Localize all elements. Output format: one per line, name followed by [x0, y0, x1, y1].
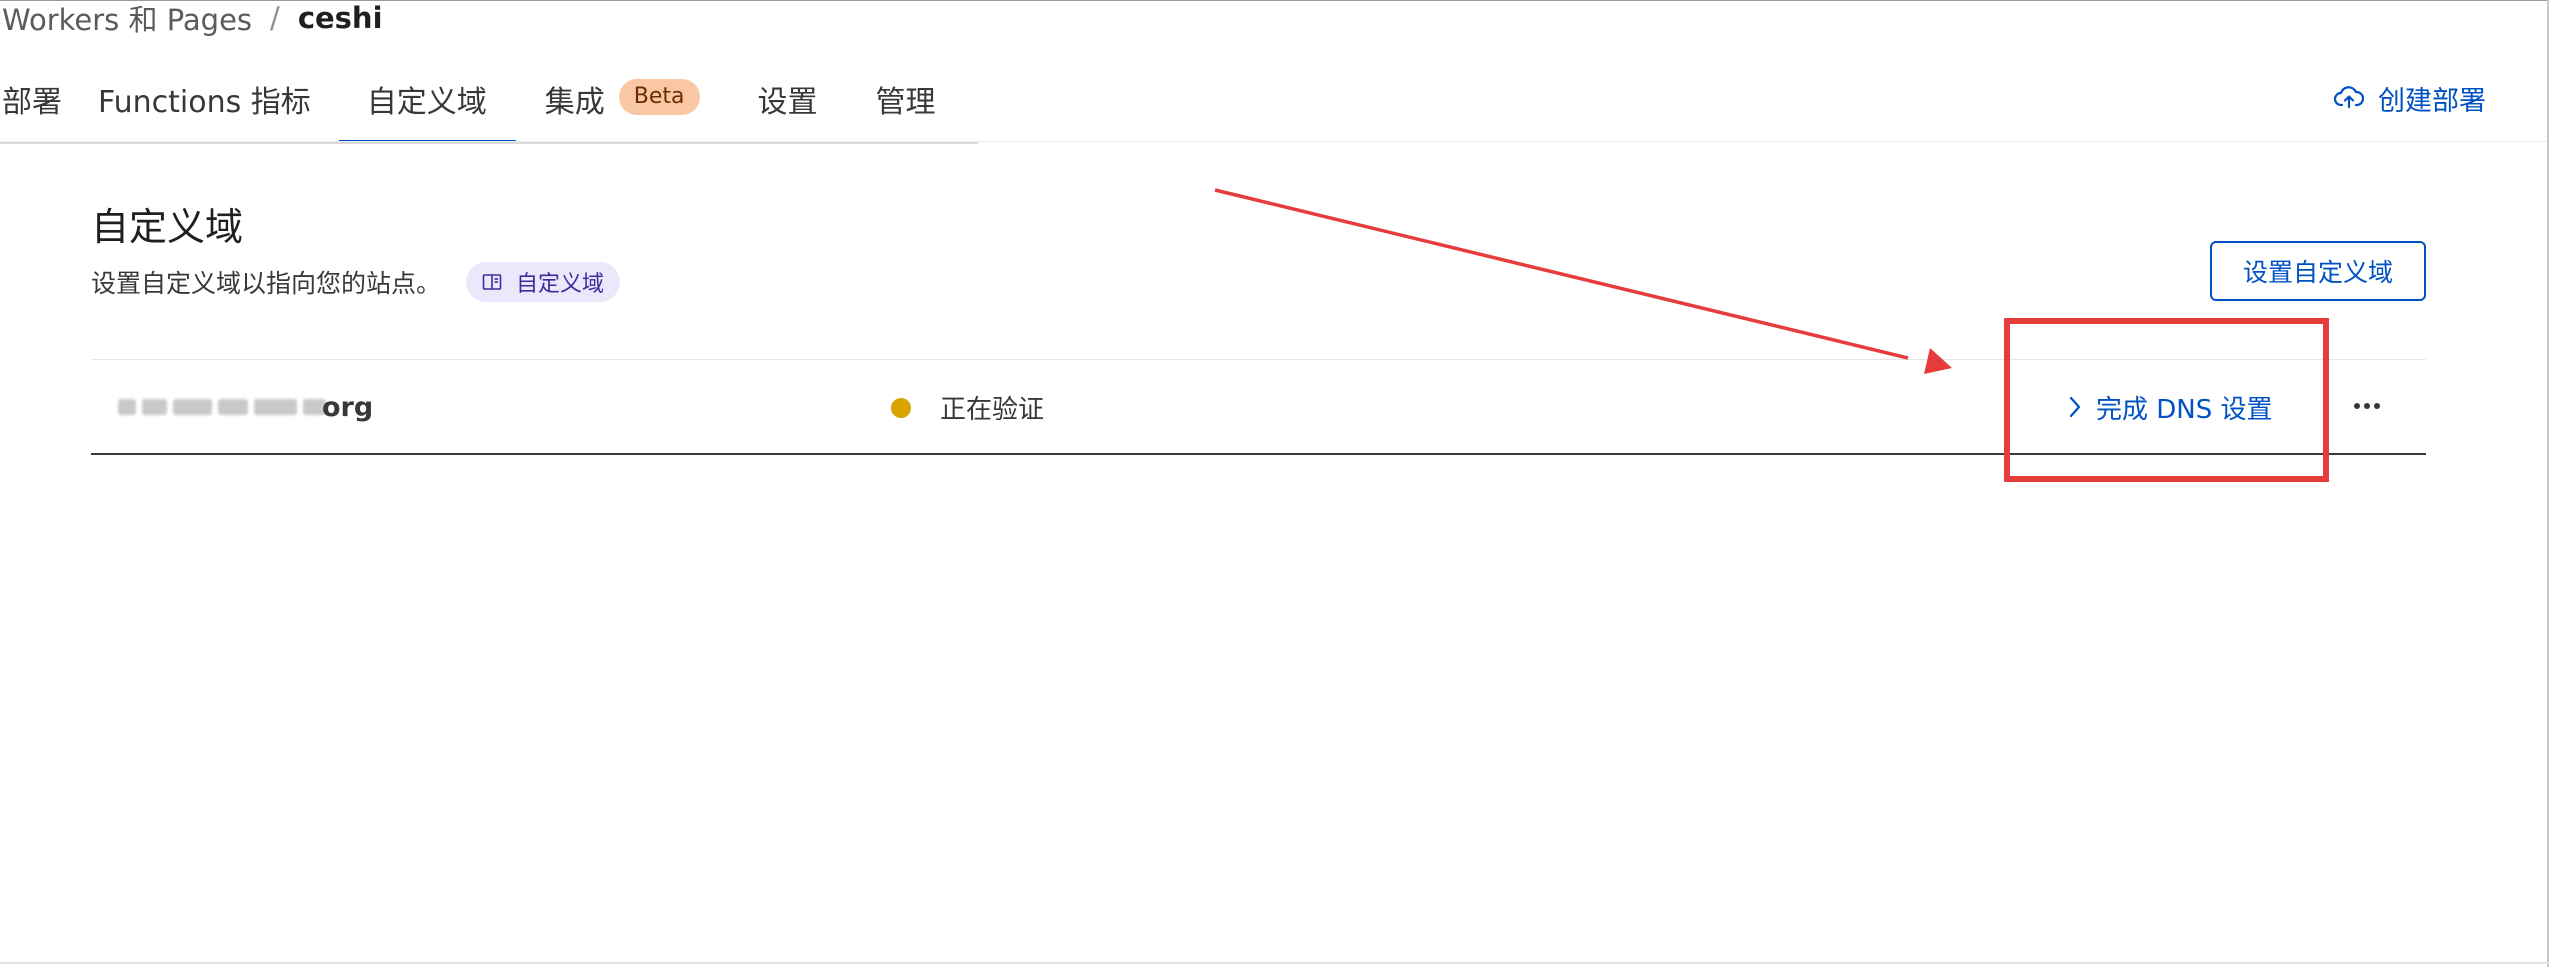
domain-name-suffix: org [322, 391, 374, 423]
section-title: 自定义域 [91, 205, 244, 249]
setup-custom-domain-button[interactable]: 设置自定义域 [2210, 241, 2426, 301]
breadcrumb: Workers 和 Pages / ceshi [2, 0, 383, 38]
cloud-upload-icon [2334, 86, 2364, 109]
setup-custom-domain-label: 设置自定义域 [2242, 258, 2393, 287]
tab-integrations[interactable]: 集成 Beta [516, 62, 758, 144]
tab-settings[interactable]: 设置 [758, 62, 876, 144]
breadcrumb-separator: / [270, 1, 280, 35]
docs-link-label: 自定义域 [516, 272, 605, 297]
tab-deployments[interactable]: 部署 [0, 62, 98, 144]
table-bottom-divider [91, 453, 2426, 455]
window-bottom-border [0, 962, 2549, 964]
tab-manage[interactable]: 管理 [876, 62, 966, 144]
status-indicator-dot [891, 398, 911, 418]
book-icon [482, 274, 502, 290]
table-top-divider [91, 359, 2426, 360]
domain-name-obscured [118, 392, 326, 422]
breadcrumb-current: ceshi [297, 1, 383, 35]
docs-link-chip[interactable]: 自定义域 [466, 262, 621, 302]
create-deployment-label: 创建部署 [2378, 85, 2486, 117]
create-deployment-button[interactable]: 创建部署 [2334, 76, 2486, 120]
tab-label: Functions 指标 [98, 85, 311, 120]
finish-dns-setup-link[interactable]: 完成 DNS 设置 [2068, 387, 2273, 427]
page: Workers 和 Pages / ceshi 部署 Functions 指标 … [0, 0, 2549, 967]
beta-badge: Beta [618, 79, 700, 115]
more-horizontal-icon[interactable] [2350, 388, 2384, 424]
tab-label: 部署 [2, 85, 62, 120]
tab-label: 自定义域 [366, 85, 487, 120]
tab-bar: 部署 Functions 指标 自定义域 集成 Beta 设置 管理 [0, 62, 966, 144]
section-description-row: 设置自定义域以指向您的站点。 自定义域 [91, 262, 621, 302]
tab-functions-metrics[interactable]: Functions 指标 [98, 62, 347, 144]
tab-label: 管理 [875, 85, 936, 120]
chevron-right-icon [2069, 396, 2081, 418]
tab-custom-domains[interactable]: 自定义域 [338, 62, 516, 144]
breadcrumb-parent-link[interactable]: Workers 和 Pages [2, 0, 252, 39]
section-description: 设置自定义域以指向您的站点。 [91, 269, 442, 298]
finish-dns-setup-label: 完成 DNS 设置 [2096, 394, 2273, 425]
domain-status: 正在验证 [940, 394, 1045, 425]
tab-bar-divider [0, 142, 978, 144]
tab-label: 集成 [544, 85, 605, 120]
annotation-arrow [1214, 188, 1952, 374]
tab-label: 设置 [757, 85, 818, 120]
